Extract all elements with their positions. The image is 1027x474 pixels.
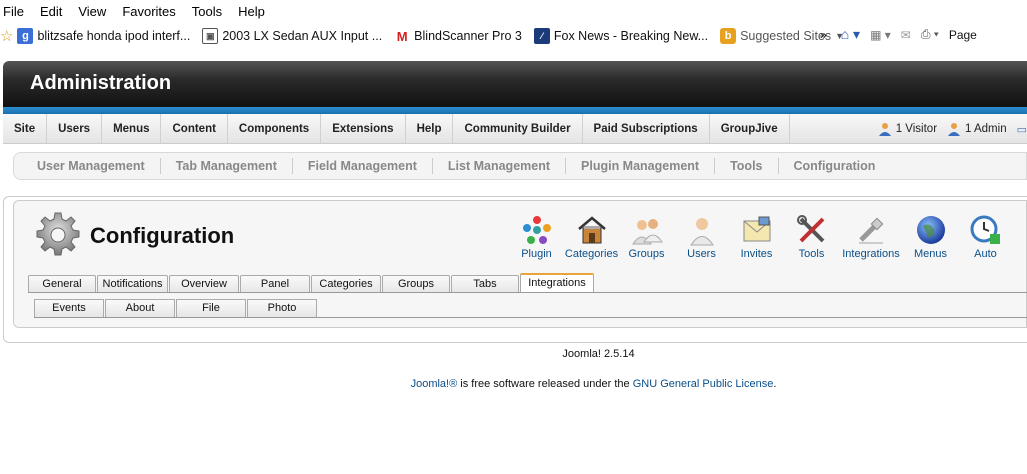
user-icon	[685, 213, 719, 247]
admin-count[interactable]: 1 Admin	[947, 122, 1007, 136]
toolbar-integrations-button[interactable]: Integrations	[839, 213, 903, 260]
submenu-tab-management[interactable]: Tab Management	[161, 158, 293, 174]
toolbar-invites-button[interactable]: Invites	[729, 213, 784, 260]
submenu-user-management[interactable]: User Management	[14, 158, 161, 174]
config-tabs: General Notifications Overview Panel Cat…	[28, 273, 595, 293]
page-title: Configuration	[90, 223, 235, 248]
globe-icon	[914, 213, 948, 247]
favorite-link[interactable]: ▣ 2003 LX Sedan AUX Input ...	[202, 28, 382, 44]
favorites-bar: ☆ g blitzsafe honda ipod interf... ▣ 200…	[0, 22, 1027, 50]
nav-paid-subscriptions[interactable]: Paid Subscriptions	[583, 113, 710, 144]
subtab-photo[interactable]: Photo	[247, 299, 317, 317]
tab-groups[interactable]: Groups	[382, 275, 450, 293]
chevron-more-icon[interactable]: »	[820, 28, 827, 42]
favorite-link[interactable]: M BlindScanner Pro 3	[394, 28, 522, 44]
toolbar: Plugin Categories Groups Users Invites T…	[509, 213, 1013, 260]
nav-site[interactable]: Site	[3, 113, 48, 144]
tab-tabs[interactable]: Tabs	[451, 275, 519, 293]
configuration-panel: Configuration Plugin Categories Groups U…	[13, 200, 1027, 328]
footer-license: Joomla!® is free software released under…	[410, 378, 777, 390]
tab-notifications[interactable]: Notifications	[97, 275, 168, 293]
tools-icon	[795, 213, 829, 247]
page-icon: ▣	[202, 28, 219, 44]
m-logo-icon: M	[396, 28, 408, 44]
subtab-file[interactable]: File	[176, 299, 246, 317]
envelope-icon	[740, 213, 774, 247]
nav-users[interactable]: Users	[47, 113, 103, 144]
submenu-plugin-management[interactable]: Plugin Management	[566, 158, 716, 174]
joomla-link[interactable]: Joomla!®	[411, 378, 458, 390]
subtab-about[interactable]: About	[105, 299, 175, 317]
admin-icon	[948, 123, 961, 136]
gpl-link[interactable]: GNU General Public License	[633, 378, 774, 390]
subtab-events[interactable]: Events	[34, 299, 104, 317]
menu-view[interactable]: View	[78, 4, 106, 19]
menu-tools[interactable]: Tools	[192, 4, 222, 19]
admin-title: Administration	[30, 72, 172, 94]
footer-version: Joomla! 2.5.14	[562, 348, 635, 360]
nav-menus[interactable]: Menus	[102, 113, 162, 144]
nav-groupjive[interactable]: GroupJive	[710, 113, 790, 144]
integration-subtabs: Events About File Photo	[34, 299, 318, 317]
main-nav: Site Users Menus Content Components Exte…	[3, 113, 1027, 144]
visitor-icon	[878, 123, 891, 136]
menu-help[interactable]: Help	[238, 4, 265, 19]
mail-icon[interactable]: ✉	[901, 28, 911, 42]
messages-icon[interactable]: ▭	[1017, 123, 1027, 136]
submenu-list-management[interactable]: List Management	[433, 158, 567, 174]
tab-panel[interactable]: Panel	[240, 275, 310, 293]
nav-community-builder[interactable]: Community Builder	[453, 113, 583, 144]
gear-icon	[36, 212, 80, 256]
menu-favorites[interactable]: Favorites	[122, 4, 175, 19]
house-icon	[575, 213, 609, 247]
toolbar-menus-button[interactable]: Menus	[903, 213, 958, 260]
tab-general[interactable]: General	[28, 275, 96, 293]
submenu-field-management[interactable]: Field Management	[293, 158, 433, 174]
fox-icon: ⁄	[533, 28, 550, 44]
menu-file[interactable]: File	[3, 4, 24, 19]
submenu-configuration[interactable]: Configuration	[779, 158, 891, 174]
subtabs-divider	[34, 317, 1027, 318]
status-area: 1 Visitor 1 Admin ▭	[878, 114, 1027, 144]
command-bar: » ⌂ ▾ ▦ ▾ ✉ ⎙ ▾ Page	[820, 26, 987, 43]
tab-overview[interactable]: Overview	[169, 275, 239, 293]
page-menu-button[interactable]: Page	[949, 28, 977, 42]
groups-icon	[630, 213, 664, 247]
print-icon[interactable]: ⎙ ▾	[921, 27, 939, 42]
home-icon[interactable]: ⌂ ▾	[841, 26, 860, 43]
admin-header: Administration	[3, 61, 1027, 107]
plug-icon	[854, 213, 888, 247]
plugin-icon	[520, 213, 554, 247]
nav-extensions[interactable]: Extensions	[321, 113, 406, 144]
favorite-link[interactable]: ⁄ Fox News - Breaking New...	[533, 28, 708, 44]
nav-help[interactable]: Help	[406, 113, 454, 144]
toolbar-auto-button[interactable]: Auto	[958, 213, 1013, 260]
browser-menubar: File Edit View Favorites Tools Help	[0, 0, 1027, 22]
favorite-link[interactable]: g blitzsafe honda ipod interf...	[17, 28, 190, 44]
menu-edit[interactable]: Edit	[40, 4, 62, 19]
suggested-icon: b	[720, 28, 737, 44]
visitor-count[interactable]: 1 Visitor	[878, 122, 937, 136]
nav-components[interactable]: Components	[228, 113, 322, 144]
toolbar-plugin-button[interactable]: Plugin	[509, 213, 564, 260]
nav-content[interactable]: Content	[161, 113, 228, 144]
toolbar-categories-button[interactable]: Categories	[564, 213, 619, 260]
clock-icon	[969, 213, 1003, 247]
tab-integrations[interactable]: Integrations	[520, 273, 594, 293]
toolbar-tools-button[interactable]: Tools	[784, 213, 839, 260]
tab-categories[interactable]: Categories	[311, 275, 381, 293]
toolbar-users-button[interactable]: Users	[674, 213, 729, 260]
toolbar-groups-button[interactable]: Groups	[619, 213, 674, 260]
google-icon: g	[17, 28, 34, 44]
favorites-star-icon[interactable]: ☆	[0, 27, 13, 45]
cb-submenu: User Management Tab Management Field Man…	[13, 152, 1027, 180]
submenu-tools[interactable]: Tools	[715, 158, 779, 174]
tabs-divider	[28, 292, 1027, 293]
rss-icon[interactable]: ▦ ▾	[870, 28, 891, 42]
